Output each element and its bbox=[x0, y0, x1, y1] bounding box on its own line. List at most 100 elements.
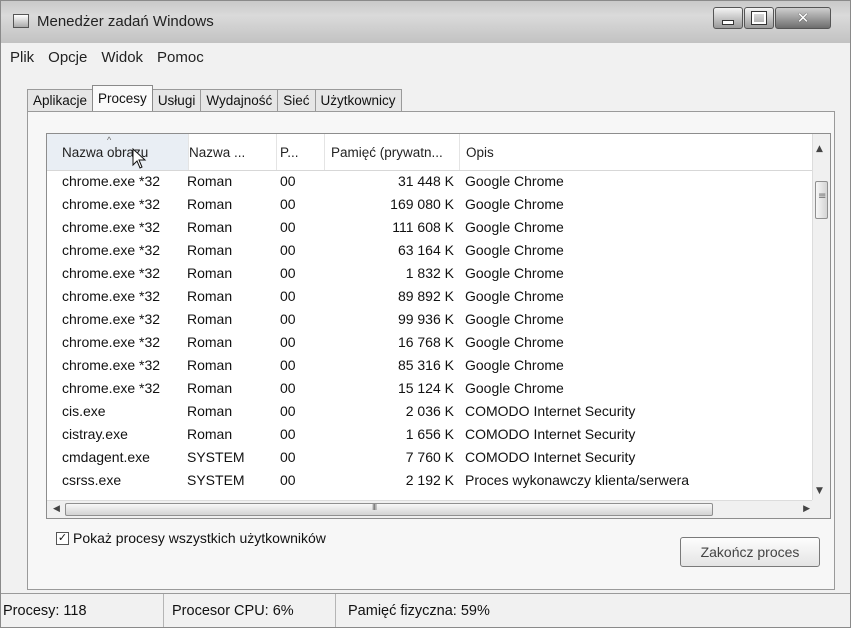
process-name: chrome.exe *32 bbox=[62, 173, 161, 189]
process-cpu: 00 bbox=[280, 403, 296, 419]
table-row[interactable]: chrome.exe *32 Roman 00 111 608 K Google Chr… bbox=[47, 217, 812, 240]
table-row[interactable]: cmdagent.exe SYSTEM 00 7 760 K COMODO Intern… bbox=[47, 447, 812, 470]
table-row[interactable]: cis.exe Roman 00 2 036 K COMODO Internet Sec… bbox=[47, 401, 812, 424]
tab-processes[interactable]: Procesy bbox=[92, 85, 153, 111]
process-user: Roman bbox=[187, 426, 233, 442]
process-cpu: 00 bbox=[280, 196, 296, 212]
process-memory: 7 760 K bbox=[405, 449, 454, 465]
tab-applications[interactable]: Aplikacje bbox=[27, 89, 94, 111]
end-process-button[interactable]: Zakończ proces bbox=[680, 537, 820, 567]
menu-help[interactable]: Pomoc bbox=[156, 49, 205, 66]
process-list[interactable]: Nazwa obrazu ^ Nazwa ... P... Pamięć (pr… bbox=[46, 133, 831, 519]
list-header: Nazwa obrazu ^ Nazwa ... P... Pamięć (pr… bbox=[47, 134, 812, 171]
tab-strip: Aplikacje Procesy Usługi Wydajność Sieć … bbox=[27, 85, 402, 111]
status-processes: Procesy: 118 bbox=[1, 594, 164, 627]
process-memory: 1 656 K bbox=[405, 426, 454, 442]
process-user: Roman bbox=[187, 311, 233, 327]
process-memory: 15 124 K bbox=[397, 380, 454, 396]
process-description: Google Chrome bbox=[465, 173, 564, 189]
horizontal-scrollbar[interactable]: ◀ ▶ bbox=[47, 500, 814, 518]
table-row[interactable]: chrome.exe *32 Roman 00 89 892 K Google Chro… bbox=[47, 286, 812, 309]
process-cpu: 00 bbox=[280, 288, 296, 304]
process-description: COMODO Internet Security bbox=[465, 426, 636, 442]
process-user: Roman bbox=[187, 173, 233, 189]
process-user: Roman bbox=[187, 403, 233, 419]
process-description: Google Chrome bbox=[465, 265, 564, 281]
menu-view[interactable]: Widok bbox=[100, 49, 144, 66]
task-manager-window: Menedżer zadań Windows ✕ Plik Opcje Wido… bbox=[0, 0, 851, 628]
vertical-scrollbar[interactable]: ▲ ▼ bbox=[812, 134, 830, 500]
minimize-icon bbox=[722, 19, 734, 25]
scroll-up-icon[interactable]: ▲ bbox=[816, 144, 823, 154]
status-bar: Procesy: 118 Procesor CPU: 6% Pamięć fiz… bbox=[1, 593, 850, 627]
scroll-down-icon[interactable]: ▼ bbox=[816, 486, 823, 496]
table-row[interactable]: chrome.exe *32 Roman 00 63 164 K Google Chro… bbox=[47, 240, 812, 263]
column-user-name[interactable]: Nazwa ... bbox=[189, 134, 277, 170]
process-cpu: 00 bbox=[280, 265, 296, 281]
menu-file[interactable]: Plik bbox=[9, 49, 35, 66]
process-user: SYSTEM bbox=[187, 472, 245, 488]
show-all-users-checkbox[interactable]: ✓ bbox=[56, 531, 69, 545]
process-description: Proces wykonawczy klienta/serwera bbox=[465, 472, 690, 488]
tab-network[interactable]: Sieć bbox=[277, 89, 316, 111]
table-row[interactable]: csrss.exe SYSTEM 00 2 192 K Proces wykonawcz… bbox=[47, 470, 812, 493]
process-cpu: 00 bbox=[280, 380, 296, 396]
process-name: cis.exe bbox=[62, 403, 106, 419]
table-row[interactable]: chrome.exe *32 Roman 00 85 316 K Google Chro… bbox=[47, 355, 812, 378]
vertical-scroll-thumb[interactable] bbox=[815, 181, 828, 219]
process-cpu: 00 bbox=[280, 449, 296, 465]
table-row[interactable]: chrome.exe *32 Roman 00 169 080 K Google Chr… bbox=[47, 194, 812, 217]
process-cpu: 00 bbox=[280, 242, 296, 258]
minimize-button[interactable] bbox=[713, 7, 743, 29]
process-user: Roman bbox=[187, 288, 233, 304]
process-description: Google Chrome bbox=[465, 380, 564, 396]
maximize-button[interactable] bbox=[744, 7, 774, 29]
process-description: Google Chrome bbox=[465, 311, 564, 327]
process-user: Roman bbox=[187, 334, 233, 350]
menu-options[interactable]: Opcje bbox=[47, 49, 88, 66]
process-name: csrss.exe bbox=[62, 472, 122, 488]
process-memory: 169 080 K bbox=[390, 196, 454, 212]
process-user: Roman bbox=[187, 219, 233, 235]
process-name: cistray.exe bbox=[62, 426, 128, 442]
process-description: COMODO Internet Security bbox=[465, 403, 636, 419]
table-row[interactable]: cistray.exe Roman 00 1 656 K COMODO Internet… bbox=[47, 424, 812, 447]
close-button[interactable]: ✕ bbox=[775, 7, 831, 29]
show-all-users-option[interactable]: ✓ Pokaż procesy wszystkich użytkowników bbox=[56, 530, 326, 546]
status-memory: Pamięć fizyczna: 59% bbox=[348, 603, 490, 619]
scroll-left-icon[interactable]: ◀ bbox=[53, 504, 60, 514]
status-cpu: Procesor CPU: 6% bbox=[164, 594, 336, 627]
process-user: Roman bbox=[187, 196, 233, 212]
process-user: Roman bbox=[187, 242, 233, 258]
column-cpu[interactable]: P... bbox=[277, 134, 325, 170]
process-memory: 2 036 K bbox=[405, 403, 454, 419]
tab-performance[interactable]: Wydajność bbox=[200, 89, 279, 111]
process-memory: 16 768 K bbox=[397, 334, 454, 350]
column-memory[interactable]: Pamięć (prywatn... bbox=[325, 134, 460, 170]
column-image-name[interactable]: Nazwa obrazu ^ bbox=[47, 134, 189, 170]
column-description[interactable]: Opis bbox=[460, 134, 812, 170]
table-row[interactable]: chrome.exe *32 Roman 00 15 124 K Google Chro… bbox=[47, 378, 812, 401]
table-row[interactable]: chrome.exe *32 Roman 00 99 936 K Google Chro… bbox=[47, 309, 812, 332]
process-cpu: 00 bbox=[280, 357, 296, 373]
process-memory: 1 832 K bbox=[405, 265, 454, 281]
table-row[interactable]: chrome.exe *32 Roman 00 1 832 K Google Chrom… bbox=[47, 263, 812, 286]
tab-users[interactable]: Użytkownicy bbox=[314, 89, 402, 111]
process-cpu: 00 bbox=[280, 426, 296, 442]
show-all-users-label: Pokaż procesy wszystkich użytkowników bbox=[73, 530, 326, 546]
process-description: Google Chrome bbox=[465, 196, 564, 212]
title-bar[interactable]: Menedżer zadań Windows ✕ bbox=[1, 1, 850, 43]
horizontal-scroll-thumb[interactable] bbox=[65, 503, 713, 516]
scroll-right-icon[interactable]: ▶ bbox=[803, 504, 810, 514]
process-name: chrome.exe *32 bbox=[62, 311, 161, 327]
tab-services[interactable]: Usługi bbox=[151, 89, 202, 111]
sort-up-icon: ^ bbox=[107, 135, 112, 145]
processes-panel: Nazwa obrazu ^ Nazwa ... P... Pamięć (pr… bbox=[27, 111, 835, 590]
process-memory: 89 892 K bbox=[397, 288, 454, 304]
process-cpu: 00 bbox=[280, 311, 296, 327]
table-row[interactable]: chrome.exe *32 Roman 00 16 768 K Google Chro… bbox=[47, 332, 812, 355]
process-name: cmdagent.exe bbox=[62, 449, 150, 465]
table-row[interactable]: chrome.exe *32 Roman 00 31 448 K Google Chro… bbox=[47, 171, 812, 194]
process-memory: 2 192 K bbox=[405, 472, 454, 488]
process-description: Google Chrome bbox=[465, 288, 564, 304]
